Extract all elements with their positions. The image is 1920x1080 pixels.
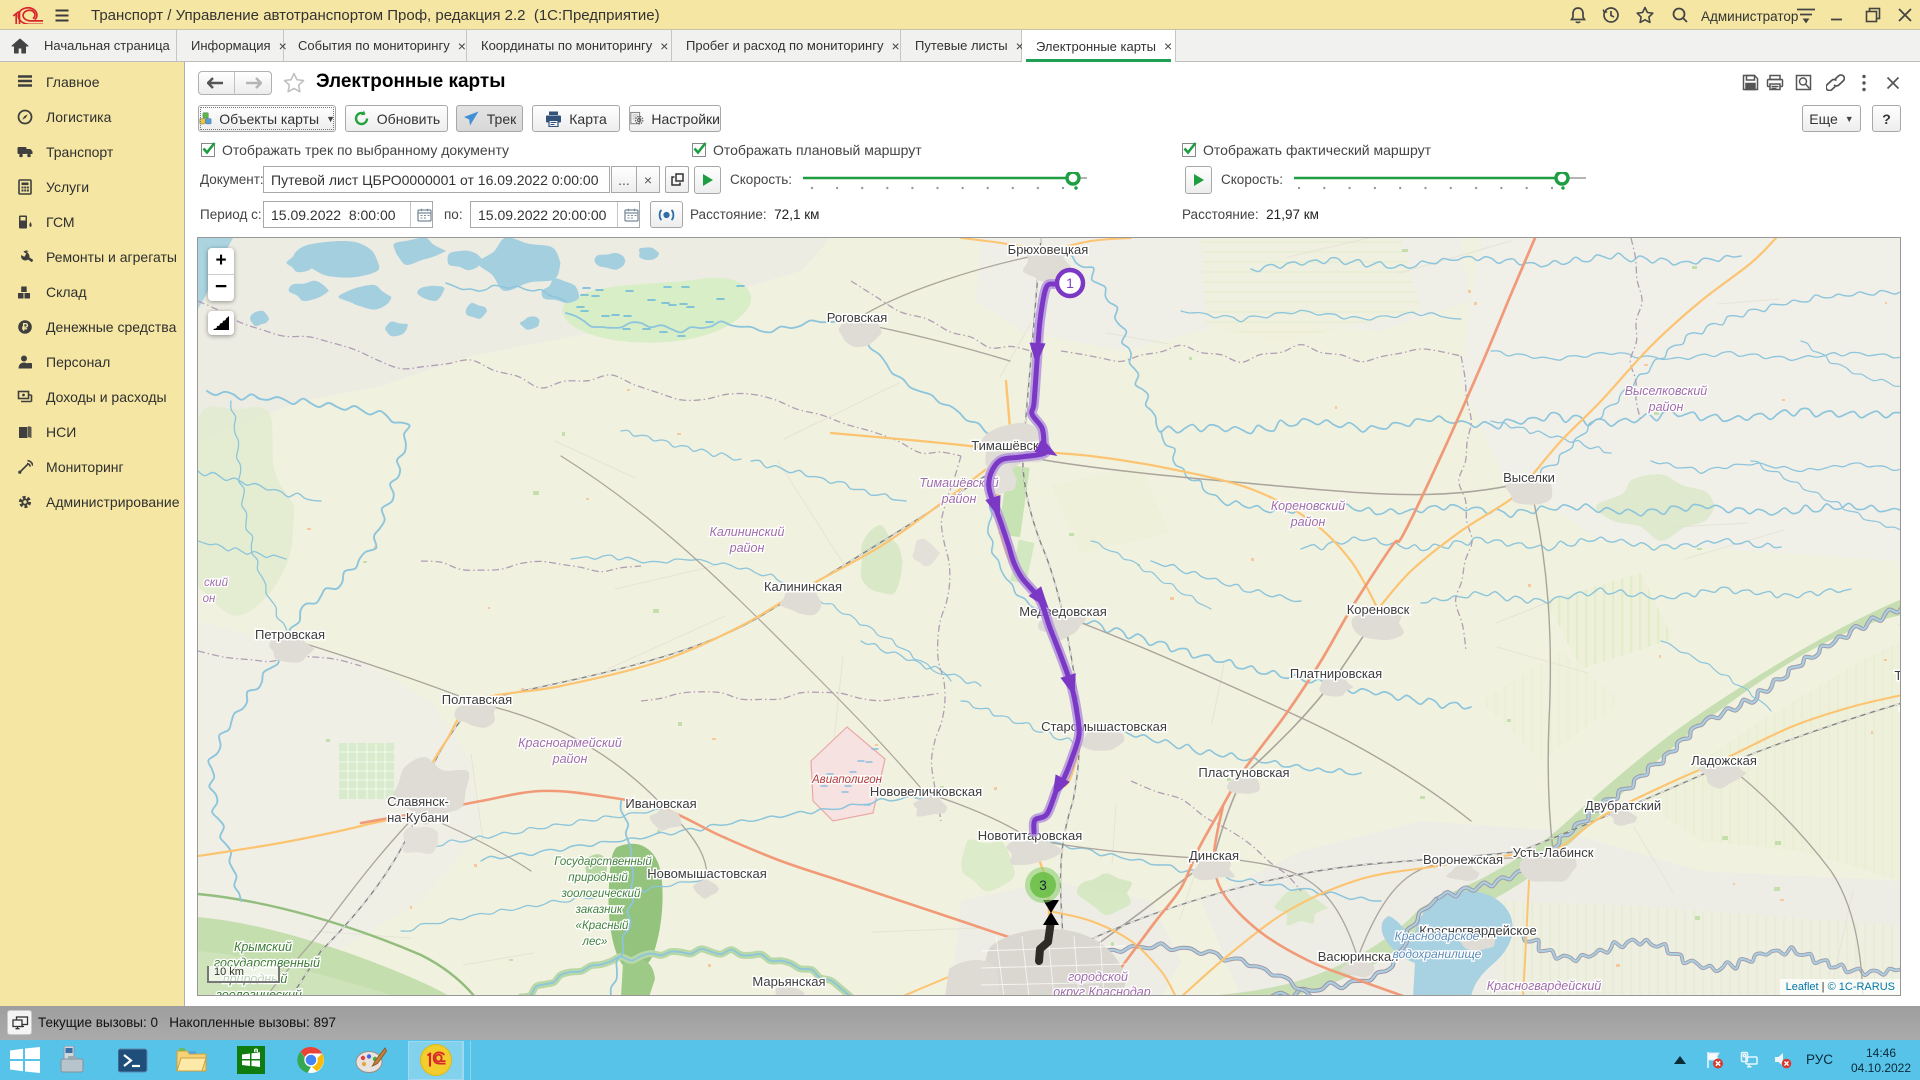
- svg-text:зоологический: зоологический: [561, 888, 641, 900]
- svg-text:Воронежская: Воронежская: [1423, 852, 1503, 867]
- svg-text:Ладожская: Ладожская: [1691, 753, 1757, 768]
- svg-text:Красноармейский: Красноармейский: [518, 736, 622, 750]
- svg-text:Авиаполигон: Авиаполигон: [811, 774, 883, 786]
- svg-text:район: район: [1648, 400, 1684, 414]
- svg-text:Двубратский: Двубратский: [1585, 798, 1661, 813]
- svg-text:Калининская: Калининская: [764, 579, 842, 594]
- svg-text:Тби: Тби: [1894, 668, 1901, 683]
- svg-text:Краснодарское: Краснодарское: [1395, 929, 1480, 943]
- svg-text:район: район: [552, 752, 588, 766]
- svg-text:Петровская: Петровская: [255, 627, 325, 642]
- svg-text:он: он: [203, 593, 216, 605]
- svg-text:Усть-Лабинск: Усть-Лабинск: [1513, 845, 1594, 860]
- svg-text:«Красный: «Красный: [576, 920, 630, 932]
- svg-text:городской: городской: [1068, 970, 1128, 984]
- svg-text:Пластуновская: Пластуновская: [1198, 765, 1289, 780]
- svg-text:Брюховецкая: Брюховецкая: [1008, 242, 1089, 257]
- svg-text:Кореновский: Кореновский: [1271, 499, 1345, 513]
- svg-text:Выселки: Выселки: [1503, 470, 1555, 485]
- svg-text:1: 1: [1066, 275, 1074, 291]
- svg-text:район: район: [1290, 515, 1326, 529]
- svg-text:Роговская: Роговская: [827, 310, 888, 325]
- svg-text:природный: природный: [568, 872, 628, 884]
- svg-text:Выселковский: Выселковский: [1625, 384, 1708, 398]
- svg-text:Тб: Тб: [1900, 706, 1901, 721]
- svg-text:Полтавская: Полтавская: [442, 692, 512, 707]
- svg-text:Калининский: Калининский: [710, 525, 785, 539]
- svg-text:Марьянская: Марьянская: [752, 974, 825, 989]
- svg-text:Новомышастовская: Новомышастовская: [647, 866, 767, 881]
- svg-text:на-Кубани: на-Кубани: [387, 810, 449, 825]
- svg-text:Нововеличковская: Нововеличковская: [870, 784, 982, 799]
- svg-text:Старомышастовская: Старомышастовская: [1041, 719, 1167, 734]
- svg-text:зоологический: зоологический: [215, 988, 302, 996]
- svg-text:Платнировская: Платнировская: [1290, 666, 1382, 681]
- svg-text:район: район: [729, 541, 765, 555]
- svg-text:₽: ₽: [22, 323, 29, 334]
- svg-text:Васюринская: Васюринская: [1318, 949, 1399, 964]
- svg-text:лес»: лес»: [582, 936, 608, 948]
- svg-text:Кореновск: Кореновск: [1347, 602, 1410, 617]
- svg-text:водохранилище: водохранилище: [1393, 947, 1482, 961]
- svg-text:Тимашёвск: Тимашёвск: [971, 438, 1039, 453]
- svg-text:Красногвардейский: Красногвардейский: [1487, 979, 1602, 993]
- svg-text:Государственный: Государственный: [554, 856, 652, 868]
- svg-text:3: 3: [1039, 878, 1047, 893]
- svg-text:Медведовская: Медведовская: [1019, 604, 1107, 619]
- svg-text:округ Краснодар: округ Краснодар: [1053, 985, 1150, 996]
- svg-text:ский: ский: [204, 577, 229, 589]
- svg-text:Славянск-: Славянск-: [387, 794, 449, 809]
- svg-text:район: район: [941, 492, 977, 506]
- svg-text:Динская: Динская: [1189, 848, 1239, 863]
- svg-text:Ивановская: Ивановская: [625, 796, 696, 811]
- svg-text:заказник: заказник: [575, 904, 623, 916]
- svg-text:Крымский: Крымский: [234, 940, 292, 954]
